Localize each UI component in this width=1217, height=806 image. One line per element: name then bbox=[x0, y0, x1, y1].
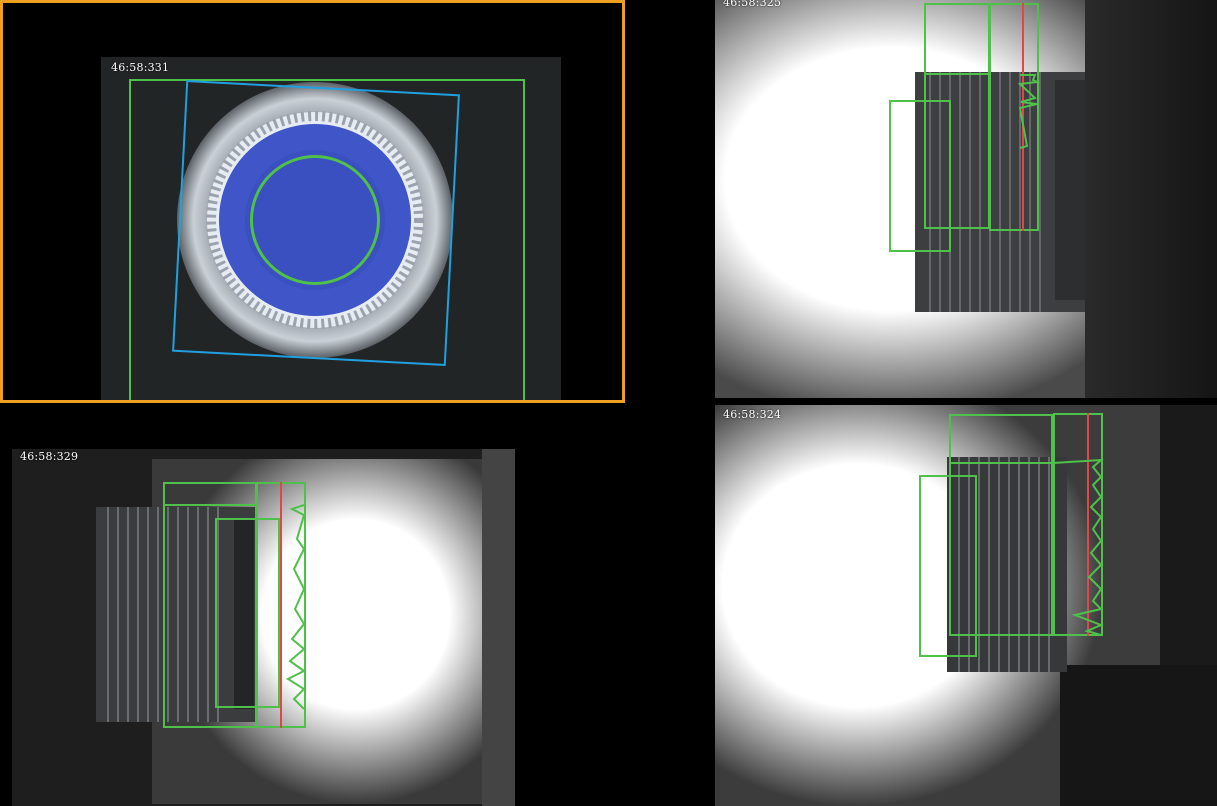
camera-view-bottom-right[interactable]: 46:58:324 bbox=[715, 405, 1217, 806]
edge-profile-bottom-right bbox=[1052, 458, 1104, 636]
edge-profile-bottom-left bbox=[285, 504, 306, 710]
timestamp-top-left: 46:58:331 bbox=[111, 61, 170, 74]
camera-view-bottom-left[interactable]: 46:58:329 bbox=[12, 449, 515, 806]
edge-profile-top-right bbox=[1017, 74, 1041, 149]
roi-inner-circle-top-left bbox=[250, 155, 380, 285]
camera-view-top-right[interactable]: 46:58:325 bbox=[715, 0, 1217, 398]
camera-view-top-left[interactable]: 46:58:331 bbox=[0, 0, 625, 403]
camera-image-top-left: 46:58:331 bbox=[101, 57, 561, 400]
